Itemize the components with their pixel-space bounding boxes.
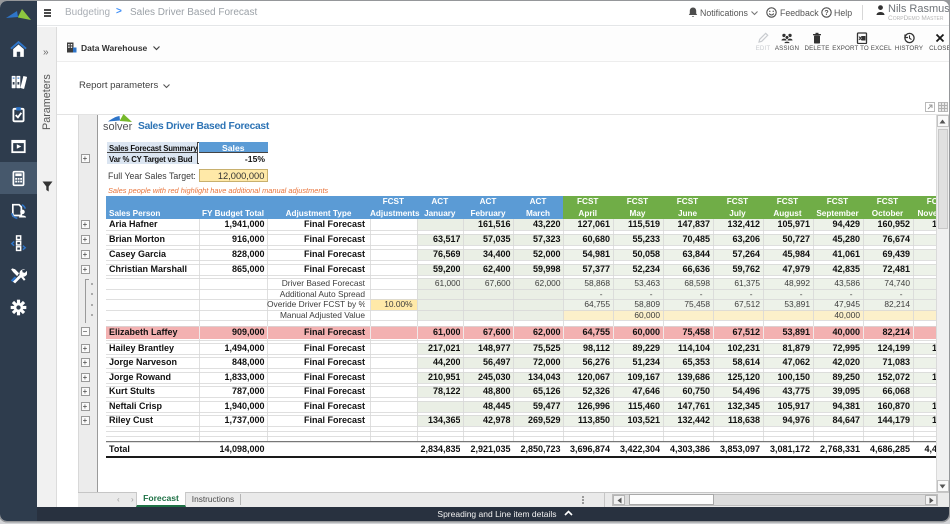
svg-text:?: ? xyxy=(824,10,828,17)
